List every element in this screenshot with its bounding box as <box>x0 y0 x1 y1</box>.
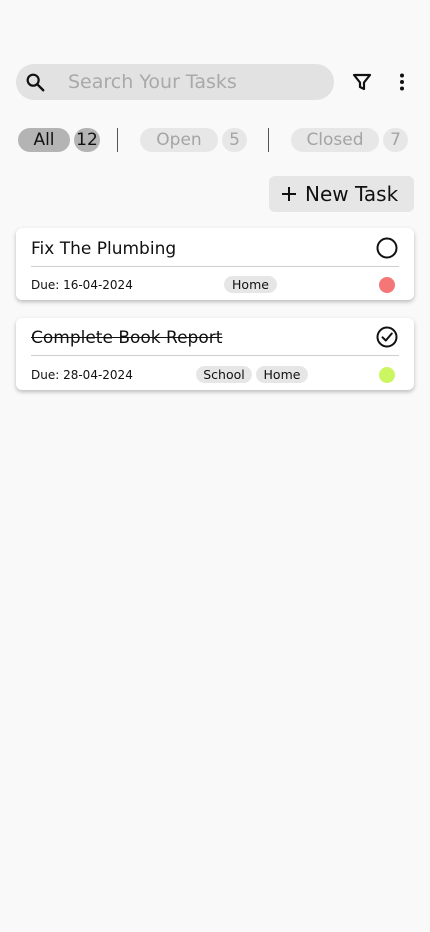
filter-icon[interactable] <box>350 70 374 94</box>
more-vertical-icon[interactable] <box>390 70 414 94</box>
task-tag: Home <box>224 276 277 293</box>
task-card[interactable]: Fix The Plumbing Due: 16-04-2024 Home <box>16 228 414 300</box>
task-card[interactable]: Complete Book Report Due: 28-04-2024 Sch… <box>16 318 414 390</box>
new-task-label: New Task <box>305 182 399 206</box>
search-input[interactable] <box>68 68 318 96</box>
circle-unchecked-icon[interactable] <box>375 236 399 260</box>
card-divider <box>31 266 399 267</box>
tab-open[interactable]: Open <box>140 128 218 152</box>
filter-tabs: All 12 Open 5 Closed 7 <box>0 128 430 154</box>
tab-all[interactable]: All <box>18 128 70 152</box>
new-task-button[interactable]: New Task <box>269 176 414 212</box>
tab-open-count: 5 <box>222 128 247 152</box>
search-icon <box>26 73 45 92</box>
task-title: Complete Book Report <box>31 328 223 348</box>
tab-closed[interactable]: Closed <box>291 128 379 152</box>
task-title: Fix The Plumbing <box>31 239 177 259</box>
task-due-date: Due: 16-04-2024 <box>31 278 133 292</box>
plus-icon <box>282 187 296 201</box>
task-tag: School <box>196 366 252 383</box>
task-tag: Home <box>256 366 308 383</box>
tab-all-count: 12 <box>74 128 100 152</box>
circle-check-icon[interactable] <box>375 325 399 349</box>
tab-separator <box>268 128 269 152</box>
card-divider <box>31 355 399 356</box>
priority-dot <box>379 277 395 293</box>
task-due-date: Due: 28-04-2024 <box>31 368 133 382</box>
tab-separator <box>117 128 118 152</box>
priority-dot <box>379 367 395 383</box>
search-bar[interactable] <box>16 64 334 100</box>
tab-closed-count: 7 <box>383 128 408 152</box>
